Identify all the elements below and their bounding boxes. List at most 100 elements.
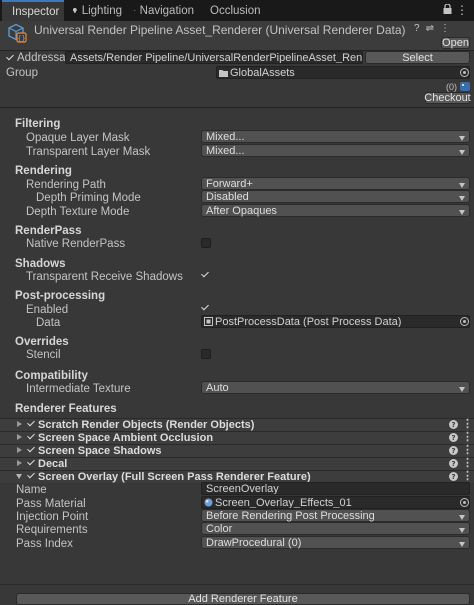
feature-row-decal[interactable] [0, 457, 474, 470]
pass-index-label: Pass Index [16, 538, 73, 550]
more-options-icon[interactable]: ⋮ [462, 458, 473, 469]
feature-label: Screen Space Shadows [38, 445, 162, 457]
more-options-icon[interactable]: ⋮ [462, 419, 473, 430]
inspector-title: Universal Render Pipeline Asset_Renderer… [34, 23, 406, 37]
more-options-icon[interactable]: ⋮ [462, 471, 473, 482]
depth-priming-dropdown[interactable]: Disabled [201, 190, 470, 203]
help-icon[interactable]: ? [449, 459, 458, 468]
tab-occlusion[interactable]: Occlusion [200, 0, 266, 21]
chevron-down-icon[interactable] [16, 474, 22, 479]
depth-texture-label: Depth Texture Mode [26, 206, 130, 218]
post-data-label: Data [36, 317, 61, 329]
tab-label: Occlusion [210, 4, 261, 17]
checkout-button[interactable]: Checkout [424, 92, 471, 104]
opaque-layer-mask-dropdown[interactable]: Mixed... [201, 130, 470, 143]
name-label: Name [16, 484, 47, 496]
addressable-checkbox[interactable] [6, 53, 16, 63]
header-icons: ?⇌⋮ [414, 23, 456, 34]
feature-enabled-checkbox[interactable] [27, 459, 35, 468]
chevron-down-icon [459, 542, 465, 547]
post-enabled-label: Enabled [26, 304, 69, 316]
native-renderpass-label: Native RenderPass [26, 238, 126, 250]
pass-material-field[interactable]: Screen_Overlay_Effects_01 [201, 496, 470, 509]
injection-point-label: Injection Point [16, 511, 89, 523]
help-icon[interactable]: ? [449, 420, 458, 429]
add-renderer-feature-button[interactable]: Add Renderer Feature [16, 593, 470, 605]
pass-index-dropdown[interactable]: DrawProcedural (0) [201, 536, 470, 549]
help-icon[interactable]: ? [449, 472, 458, 481]
requirements-label: Requirements [16, 524, 88, 536]
addressable-path-field[interactable]: Assets/Render Pipeline/UniversalRenderPi… [65, 51, 363, 64]
feature-label: Screen Space Ambient Occlusion [38, 432, 214, 444]
help-icon[interactable]: ? [449, 446, 458, 455]
chevron-down-icon [459, 528, 465, 533]
chevron-right-icon[interactable] [17, 460, 22, 466]
section-shadows: Shadows [15, 258, 66, 270]
name-field[interactable]: ScreenOverlay [201, 482, 470, 495]
intermediate-texture-label: Intermediate Texture [26, 383, 131, 395]
open-button[interactable]: Open [441, 37, 470, 49]
select-button[interactable]: Select [365, 51, 470, 64]
dropdown-value: After Opaques [206, 204, 277, 217]
checkmark-icon [27, 419, 37, 429]
transparent-receive-shadows-checkbox[interactable] [201, 270, 211, 280]
rendering-path-label: Rendering Path [26, 179, 106, 191]
checkmark-icon [201, 270, 211, 280]
tab-label: Lighting [81, 4, 122, 17]
feature-enabled-checkbox[interactable] [27, 472, 35, 481]
feature-enabled-checkbox[interactable] [27, 420, 35, 429]
dropdown-value: Disabled [206, 190, 249, 203]
post-data-field[interactable]: PostProcessData (Post Process Data) [201, 315, 470, 328]
group-field[interactable]: GlobalAssets [216, 66, 470, 79]
chevron-right-icon[interactable] [17, 447, 22, 453]
rendering-path-dropdown[interactable]: Forward+ [201, 177, 470, 190]
transparent-layer-mask-dropdown[interactable]: Mixed... [201, 144, 470, 157]
preset-icon[interactable]: ⇌ [426, 23, 440, 34]
chevron-down-icon [459, 150, 465, 155]
feature-enabled-checkbox[interactable] [27, 433, 35, 442]
dropdown-value: Before Rendering Post Processing [206, 509, 375, 522]
object-picker-icon[interactable] [460, 68, 469, 77]
tab-lighting[interactable]: Lighting [66, 0, 128, 21]
section-rendering: Rendering [15, 165, 72, 177]
pass-material-value: Screen_Overlay_Effects_01 [215, 496, 352, 509]
chevron-right-icon[interactable] [17, 434, 22, 440]
more-options-icon[interactable]: ⋮ [462, 432, 473, 443]
transparent-receive-shadows-label: Transparent Receive Shadows [26, 271, 183, 283]
tab-navigation[interactable]: Navigation [128, 0, 200, 21]
native-renderpass-checkbox[interactable] [201, 238, 211, 248]
checkmark-icon [201, 303, 211, 313]
dropdown-value: DrawProcedural (0) [206, 536, 302, 549]
chevron-down-icon [459, 210, 465, 215]
dropdown-value: Auto [206, 381, 229, 394]
divider [0, 107, 474, 108]
post-enabled-checkbox[interactable] [201, 303, 211, 313]
depth-texture-dropdown[interactable]: After Opaques [201, 204, 470, 217]
dropdown-value: Mixed... [206, 144, 245, 157]
more-options-icon[interactable]: ⋮ [440, 23, 456, 34]
requirements-dropdown[interactable]: Color [201, 522, 470, 535]
dropdown-value: Forward+ [206, 177, 253, 190]
tab-inspector[interactable]: Inspector [2, 0, 64, 21]
label-count: (0) [446, 82, 457, 92]
checkmark-icon [27, 445, 37, 455]
more-options-icon[interactable]: ⋮ [462, 445, 473, 456]
injection-point-dropdown[interactable]: Before Rendering Post Processing [201, 509, 470, 522]
checkmark-icon [27, 432, 37, 442]
lock-icon[interactable] [443, 4, 452, 14]
object-picker-icon[interactable] [460, 317, 469, 326]
label-tag-icon[interactable] [460, 82, 470, 91]
chevron-right-icon[interactable] [17, 421, 22, 427]
help-icon[interactable]: ? [449, 433, 458, 442]
chevron-down-icon [459, 136, 465, 141]
dropdown-value: Mixed... [206, 130, 245, 143]
asset-cube-icon: {} [8, 23, 27, 43]
divider [0, 584, 474, 585]
more-options-icon[interactable]: ⋮ [456, 4, 468, 16]
intermediate-texture-dropdown[interactable]: Auto [201, 381, 470, 394]
stencil-checkbox[interactable] [201, 349, 211, 359]
help-icon[interactable]: ? [414, 23, 426, 34]
depth-priming-label: Depth Priming Mode [36, 192, 141, 204]
feature-enabled-checkbox[interactable] [27, 446, 35, 455]
object-picker-icon[interactable] [460, 498, 469, 507]
